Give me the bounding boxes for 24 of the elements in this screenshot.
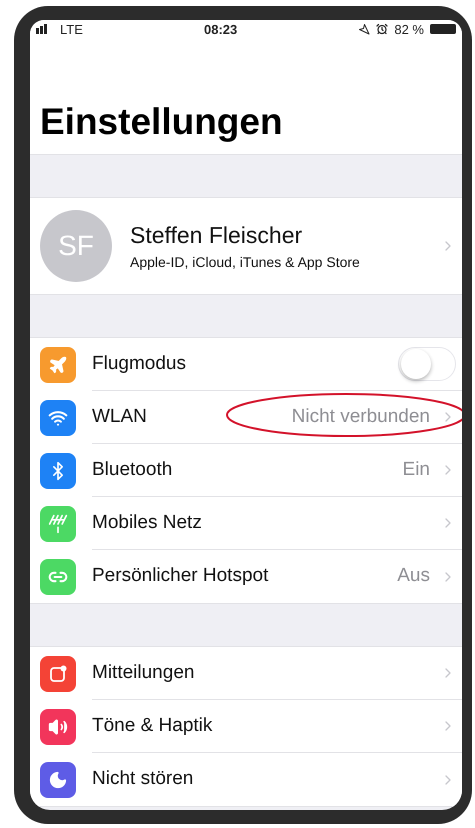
row-label: Mobiles Netz: [92, 510, 203, 535]
carrier-text: LTE: [60, 22, 83, 36]
battery-icon: [430, 24, 456, 34]
signal-icon: [36, 24, 48, 34]
page-title: Einstellungen: [40, 103, 283, 140]
avatar: SF: [40, 210, 112, 282]
profile-name: Steffen Fleischer: [130, 224, 304, 246]
alarm-icon: [376, 23, 388, 35]
row-value: Ein: [402, 458, 430, 482]
battery-text: 82 %: [394, 22, 424, 36]
row-label: Flugmodus: [92, 352, 187, 376]
profile-row[interactable]: SF Steffen Fleischer Apple-ID, iCloud, iTunes & App Store: [30, 197, 462, 295]
row-label: Mitteilungen: [92, 660, 196, 685]
row-label: Nicht stören: [92, 767, 194, 792]
profile-subtitle: Apple-ID, iCloud, iTunes & App Store: [130, 254, 361, 268]
row-label: WLAN: [92, 404, 148, 429]
clock-text: 08:23: [204, 22, 238, 36]
row-label: Persönlicher Hotspot: [92, 564, 270, 588]
row-value: Aus: [397, 564, 430, 588]
row-value: Nicht verbunden: [292, 404, 430, 429]
toggle-switch[interactable]: [398, 347, 456, 381]
row-label: Töne & Haptik: [92, 714, 214, 738]
location-icon: [358, 23, 370, 35]
row-label: Bluetooth: [92, 458, 174, 482]
